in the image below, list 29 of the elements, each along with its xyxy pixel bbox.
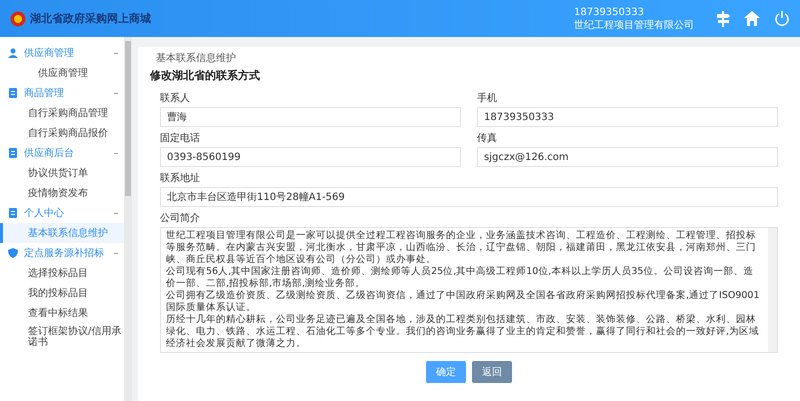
- input-field[interactable]: 18739350333: [477, 107, 778, 127]
- site-title: 湖北省政府采购网上商城: [30, 11, 151, 26]
- sidebar-group[interactable]: 定点服务源补招标: [24, 246, 108, 260]
- field-label: 传真: [477, 132, 498, 145]
- sidebar-item[interactable]: 疫情物资发布: [0, 183, 124, 203]
- sidebar-group[interactable]: 个人中心: [24, 206, 108, 220]
- sidebar-group[interactable]: 商品管理: [24, 86, 108, 100]
- user-phone: 18739350333: [574, 6, 645, 18]
- input-field[interactable]: 曹海: [160, 107, 461, 127]
- field-label: 固定电话: [160, 132, 201, 145]
- input-field[interactable]: 北京市丰台区造甲街110号28幢A1-569: [160, 187, 778, 207]
- input-field[interactable]: 0393-8560199: [160, 147, 461, 167]
- field-label: 联系地址: [160, 172, 201, 185]
- input-field[interactable]: sjgczx@126.com: [477, 147, 778, 167]
- breadcrumb: 基本联系信息维护: [155, 52, 237, 65]
- field-label: 联系人: [160, 92, 191, 105]
- sidebar-item[interactable]: 自行采购商品管理: [0, 103, 124, 123]
- sidebar-item[interactable]: 供应商管理: [0, 63, 124, 83]
- form-title: 修改湖北省的联系方式: [150, 68, 261, 83]
- user-company: 世纪工程项目管理有限公司: [574, 18, 694, 32]
- sidebar-item[interactable]: 协议供货订单: [0, 163, 124, 183]
- sidebar-item[interactable]: 选择投标品目: [0, 263, 124, 283]
- sidebar-item[interactable]: 我的投标品目: [0, 283, 124, 303]
- field-label: 公司简介: [160, 212, 201, 225]
- back-button[interactable]: 返回: [472, 361, 512, 383]
- sidebar-item[interactable]: 自行采购商品报价: [0, 123, 124, 143]
- sidebar-item[interactable]: 签订框架协议/信用承诺书: [0, 323, 124, 351]
- sidebar-item[interactable]: 查看中标结果: [0, 303, 124, 323]
- field-label: 手机: [477, 92, 498, 105]
